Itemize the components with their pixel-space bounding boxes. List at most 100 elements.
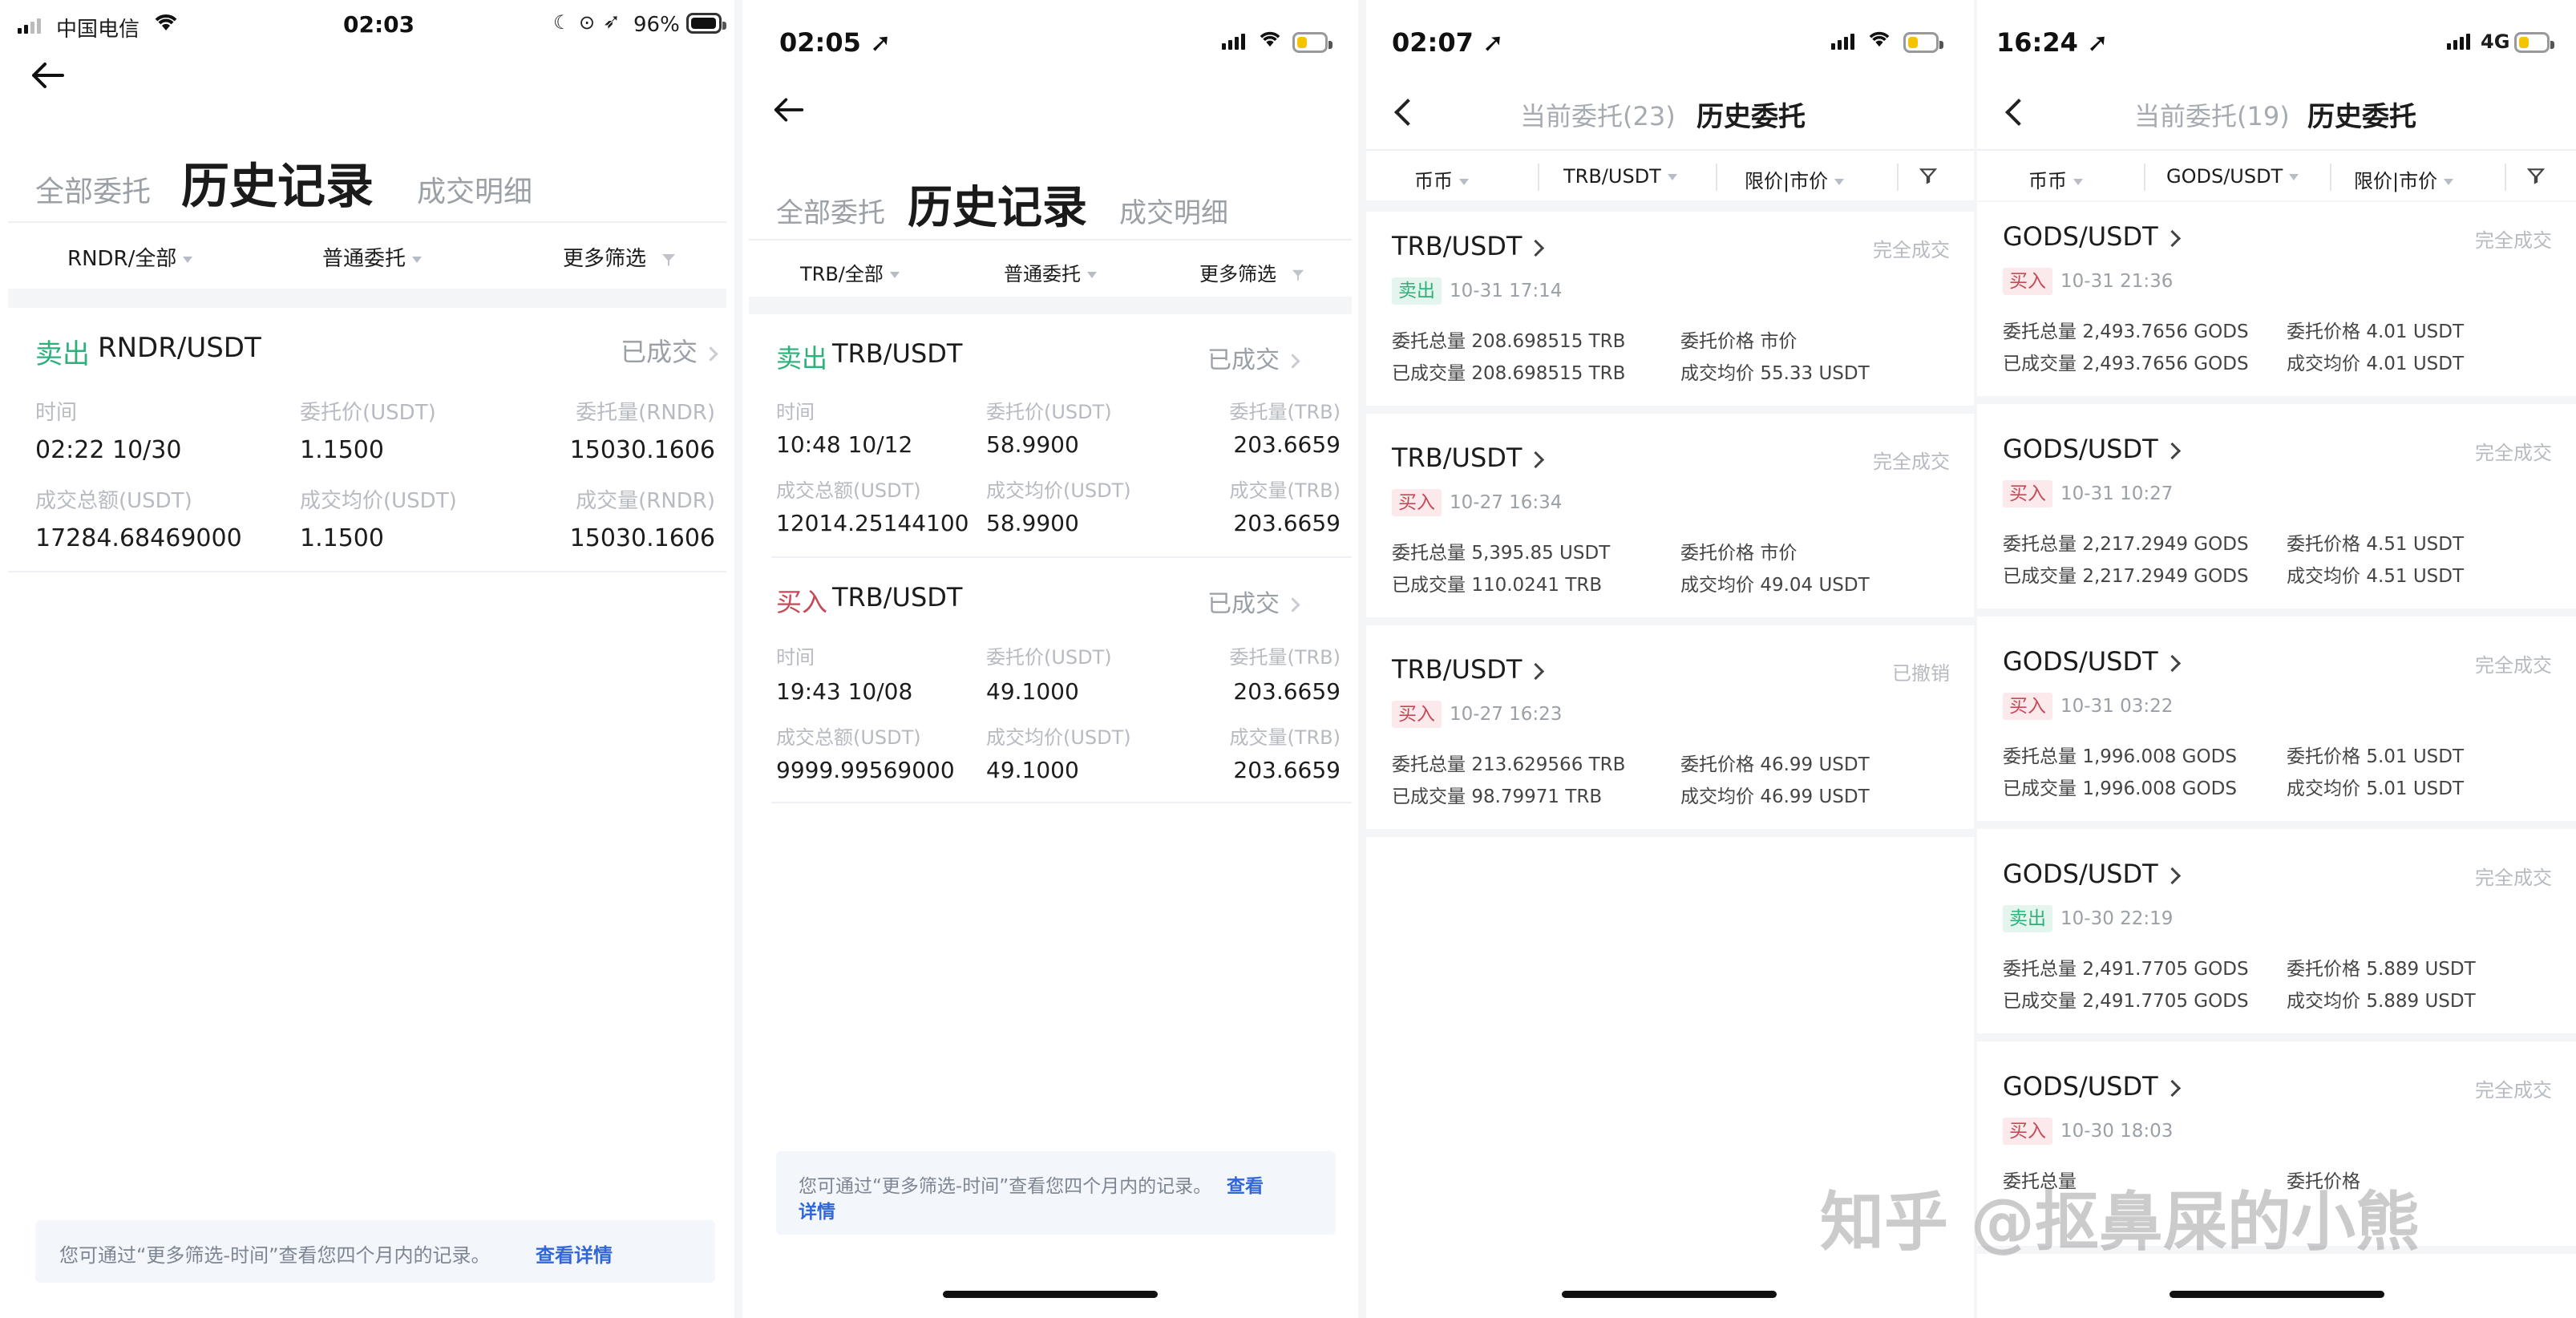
order-side-buy: 买入	[2003, 268, 2052, 295]
order-time: 10-27 16:23	[1450, 704, 1563, 725]
order-pair: TRB/USDT	[832, 582, 963, 613]
label-filled: 已成交量	[2003, 991, 2077, 1012]
order-avg-price: 成交均价 5.889 USDT	[2287, 985, 2476, 1013]
order-pair-link[interactable]: GODS/USDT	[2003, 221, 2181, 252]
card-separator	[1366, 617, 1974, 625]
order-filled-amount: 已成交量 110.0241 TRB	[1392, 569, 1602, 596]
panel-divider	[734, 0, 742, 1318]
caret-down-icon	[412, 256, 423, 263]
filter-separator	[1716, 164, 1717, 191]
tab-current-orders[interactable]: 当前委托(19)	[2134, 96, 2290, 133]
filter-type-label: 限价|市价	[2354, 170, 2438, 192]
back-chevron-icon[interactable]	[2005, 99, 2032, 126]
filter-type-dropdown[interactable]: 普通委托	[1004, 258, 1097, 286]
order-pair-link[interactable]: TRB/USDT	[1392, 654, 1545, 685]
filter-pair-dropdown[interactable]: GODS/USDT	[2166, 165, 2299, 188]
order-total-amount: 委托总量 213.629566 TRB	[1392, 749, 1625, 776]
order-status-label: 已成交	[1207, 346, 1280, 374]
label-order-total: 委托总量	[2003, 746, 2077, 767]
tab-deal-details[interactable]: 成交明细	[1119, 191, 1228, 230]
caret-down-icon	[1459, 179, 1469, 185]
value-filled: 2,491.7705 GODS	[2082, 991, 2249, 1012]
filter-type-dropdown[interactable]: 限价|市价	[2354, 165, 2454, 193]
screen-history-trb: 02:05 ➚ 全部委托 历史记录 成交明细 TRB/全部 普通委托 更多筛选 …	[742, 0, 1358, 1318]
filter-coin-dropdown[interactable]: 币币	[2028, 165, 2083, 193]
label-order-total: 委托总量	[1392, 754, 1466, 775]
order-time: 10-31 10:27	[2060, 483, 2174, 504]
filter-coin-dropdown[interactable]: 币币	[1414, 165, 1469, 193]
order-pair-link[interactable]: TRB/USDT	[1392, 443, 1545, 473]
card-separator	[1977, 1033, 2576, 1041]
back-chevron-icon[interactable]	[1394, 99, 1421, 126]
view-details-link[interactable]: 查看详情	[536, 1239, 613, 1267]
filter-type-dropdown[interactable]: 普通委托	[322, 242, 423, 272]
view-details-link[interactable]: 查看	[1227, 1170, 1264, 1198]
filter-coin-label: 币币	[1414, 170, 1453, 192]
label-filled: 已成交量	[2003, 778, 2077, 799]
chevron-right-icon	[1285, 354, 1300, 369]
home-indicator[interactable]	[2170, 1291, 2384, 1298]
value-order-total: 208.698515 TRB	[1471, 331, 1626, 352]
records-hint-text: 您可通过“更多筛选-时间”查看您四个月内的记录。	[59, 1244, 491, 1267]
tab-all-orders[interactable]: 全部委托	[35, 168, 151, 210]
value-order-amount: 203.6659	[1233, 678, 1341, 705]
order-status: 完全成交	[2475, 442, 2552, 464]
filter-icon[interactable]	[1919, 167, 1938, 188]
tab-history-active[interactable]: 历史记录	[908, 172, 1087, 237]
section-gap	[8, 289, 726, 308]
label-time: 时间	[776, 646, 815, 669]
order-time: 10-30 18:03	[2060, 1121, 2174, 1142]
order-pair: TRB/USDT	[1392, 443, 1523, 473]
home-indicator[interactable]	[1562, 1291, 1777, 1298]
order-pair-link[interactable]: GODS/USDT	[2003, 1071, 2181, 1102]
more-filters-button[interactable]: 更多筛选	[563, 242, 677, 272]
chevron-right-icon	[2163, 1079, 2181, 1097]
value-order-total: 5,395.85 USDT	[1471, 543, 1611, 564]
order-total-amount: 委托总量 2,217.2949 GODS	[2003, 528, 2249, 556]
tab-deal-details[interactable]: 成交明细	[417, 168, 532, 210]
order-pair-link[interactable]: GODS/USDT	[2003, 859, 2181, 889]
back-arrow-icon[interactable]	[773, 96, 805, 127]
order-pair-link[interactable]: GODS/USDT	[2003, 646, 2181, 677]
tab-current-orders[interactable]: 当前委托(23)	[1520, 96, 1676, 133]
back-arrow-icon[interactable]	[30, 61, 66, 93]
filter-pair-dropdown[interactable]: TRB/全部	[800, 258, 900, 286]
tab-order-history-active[interactable]: 历史委托	[1696, 95, 1806, 134]
view-details-link-cont[interactable]: 详情	[799, 1196, 835, 1223]
order-side-sell: 卖出	[2003, 905, 2052, 932]
label-order-total: 委托总量	[1392, 331, 1466, 352]
filter-type-dropdown[interactable]: 限价|市价	[1745, 165, 1845, 193]
order-price: 委托价格 市价	[1680, 537, 1797, 564]
order-status: 完全成交	[1873, 239, 1950, 261]
caret-down-icon	[2444, 179, 2454, 185]
value-order-price: 5.889 USDT	[2366, 959, 2476, 980]
filter-type-label: 普通委托	[1004, 263, 1081, 285]
caret-down-icon	[2289, 174, 2299, 180]
filter-pair-dropdown[interactable]: TRB/USDT	[1563, 165, 1677, 188]
order-total-amount: 委托总量 2,493.7656 GODS	[2003, 316, 2249, 343]
order-price: 委托价格 5.889 USDT	[2287, 953, 2476, 980]
filter-type-label: 限价|市价	[1745, 170, 1829, 192]
value-order-price: 市价	[1760, 543, 1798, 564]
label-total: 成交总额(USDT)	[35, 489, 192, 513]
filter-separator	[1538, 164, 1539, 191]
battery-icon	[1292, 32, 1332, 53]
divider	[771, 556, 1352, 558]
order-pair-link[interactable]: GODS/USDT	[2003, 434, 2181, 464]
home-indicator[interactable]	[943, 1291, 1158, 1298]
label-order-price: 委托价(USDT)	[300, 401, 436, 425]
tab-history-active[interactable]: 历史记录	[181, 148, 374, 217]
chevron-right-icon	[1527, 451, 1545, 468]
tab-order-history-active[interactable]: 历史委托	[2307, 95, 2416, 134]
order-pair: GODS/USDT	[2003, 434, 2158, 464]
order-pair-link[interactable]: TRB/USDT	[1392, 231, 1545, 261]
more-filters-button[interactable]: 更多筛选	[1199, 258, 1305, 286]
filter-pair-label: TRB/全部	[800, 263, 884, 285]
value-avg-price: 1.1500	[300, 524, 384, 552]
filter-pair-label: RNDR/全部	[67, 247, 177, 271]
tab-all-orders[interactable]: 全部委托	[776, 191, 885, 230]
order-status: 完全成交	[1873, 451, 1950, 473]
label-order-price: 委托价格	[1680, 754, 1754, 775]
filter-pair-dropdown[interactable]: RNDR/全部	[67, 242, 193, 272]
filter-icon[interactable]	[2526, 167, 2546, 188]
